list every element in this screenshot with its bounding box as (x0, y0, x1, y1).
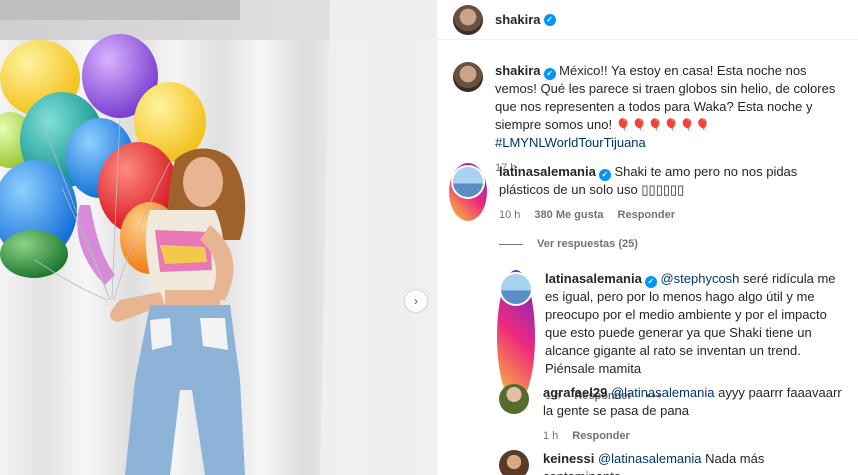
reply: keinessi @latinasalemania Nada más conta… (499, 450, 847, 475)
verified-badge-icon: ✓ (543, 13, 556, 26)
comment-emoji: ▯▯▯▯▯▯ (641, 182, 685, 197)
view-replies-label: Ver respuestas (25) (537, 238, 638, 250)
reply-text: keinessi @latinasalemania Nada más conta… (543, 450, 843, 475)
post-photo[interactable]: › (0, 0, 436, 475)
reply-username[interactable]: keinessi (543, 451, 594, 466)
chevron-right-icon: › (414, 294, 418, 308)
next-photo-button[interactable]: › (405, 290, 427, 312)
comment-username[interactable]: latinasalemania (499, 164, 596, 179)
avatar[interactable] (499, 450, 529, 475)
reply-text: latinasalemania ✓ @stephycosh seré ridícu… (545, 270, 845, 378)
divider (499, 243, 523, 245)
reply-time[interactable]: 1 h (543, 430, 558, 442)
reply: agrafael29 @latinasalemania ayyy paarrr … (499, 384, 847, 442)
comment-time[interactable]: 10 h (499, 209, 520, 221)
reply-mention[interactable]: @latinasalemania (611, 385, 715, 400)
verified-badge-icon: ✓ (543, 68, 556, 80)
caption-text: shakira ✓ México!! Ya estoy en casa! Esta… (495, 62, 845, 152)
avatar[interactable] (453, 62, 483, 92)
verified-badge-icon: ✓ (598, 169, 611, 181)
verified-badge-icon: ✓ (644, 276, 657, 288)
reply-meta: 1 h Responder (543, 430, 843, 442)
avatar[interactable] (499, 384, 529, 414)
avatar[interactable] (453, 4, 483, 35)
reply-text: agrafael29 @latinasalemania ayyy paarrr … (543, 384, 843, 420)
reply-button[interactable]: Responder (572, 430, 629, 442)
reply-username[interactable]: latinasalemania (545, 271, 642, 286)
reply-body: seré ridícula me es igual, pero por lo m… (545, 271, 836, 376)
reply-mention[interactable]: @latinasalemania (598, 451, 702, 466)
caption-username[interactable]: shakira (495, 63, 541, 78)
comment-likes[interactable]: 380 Me gusta (534, 209, 603, 221)
avatar[interactable] (449, 163, 487, 221)
caption-hashtag[interactable]: #LMYNLWorldTourTijuana (495, 135, 646, 150)
comment-text: latinasalemania ✓ Shaki te amo pero no no… (499, 163, 849, 199)
caption: shakira ✓ México!! Ya estoy en casa! Esta… (453, 62, 849, 174)
reply-button[interactable]: Responder (618, 209, 675, 221)
post-side-panel: shakira ✓ shakira ✓ México!! Ya estoy en … (436, 0, 858, 475)
view-replies-button[interactable]: Ver respuestas (25) (499, 238, 638, 250)
photo-image (0, 0, 436, 475)
reply-username[interactable]: agrafael29 (543, 385, 607, 400)
post-header: shakira ✓ (437, 0, 858, 40)
header-username[interactable]: shakira (495, 12, 541, 27)
balloon-emoji: 🎈🎈🎈🎈🎈🎈 (615, 118, 712, 132)
comment-meta: 10 h 380 Me gusta Responder (499, 209, 849, 221)
reply-mention[interactable]: @stephycosh (660, 271, 739, 286)
comment: latinasalemania ✓ Shaki te amo pero no no… (449, 163, 849, 221)
